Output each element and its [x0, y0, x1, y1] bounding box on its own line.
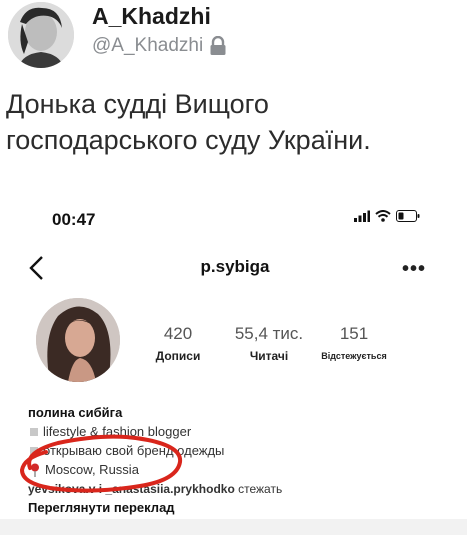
bio-line: открываю свой бренд одежды: [30, 443, 224, 458]
lock-icon: [209, 35, 227, 56]
bio-name: полина сибйга: [28, 405, 123, 420]
status-icons: [354, 210, 420, 222]
battery-icon: [396, 210, 420, 222]
author-avatar[interactable]: [8, 2, 74, 68]
author-handle-row: @A_Khadzhi: [92, 35, 227, 57]
signal-icon: [354, 210, 370, 222]
bio-location-text: Moscow, Russia: [45, 462, 139, 477]
bio-line: lifestyle & fashion blogger: [30, 424, 191, 439]
back-arrow-icon[interactable]: [28, 255, 46, 281]
bullet-square-icon: [30, 427, 38, 436]
stat-posts[interactable]: 420 Дописи: [146, 324, 210, 363]
author-handle[interactable]: @A_Khadzhi: [92, 35, 203, 57]
followed-by-users[interactable]: yevsikova.v i _anastasiia.prykhodko: [28, 482, 235, 496]
stat-followers[interactable]: 55,4 тис. Читачі: [222, 324, 316, 363]
stat-followers-label: Читачі: [249, 349, 289, 363]
stat-followers-value: 55,4 тис.: [234, 324, 304, 343]
stat-following-label: Відстежується: [321, 351, 387, 361]
stat-posts-label: Дописи: [155, 349, 201, 363]
tweet-text: Донька судді Вищого господарського суду …: [6, 89, 371, 155]
followed-by-suffix: стежать: [238, 482, 283, 496]
profile-avatar[interactable]: [36, 298, 120, 382]
status-time: 00:47: [52, 210, 96, 229]
see-translation-link[interactable]: Переглянути переклад: [28, 500, 175, 515]
bio-location: Moscow, Russia: [30, 462, 139, 477]
stat-posts-value: 420: [163, 324, 193, 343]
bio-line-text: открываю свой бренд одежды: [43, 443, 225, 458]
bullet-square-icon: [30, 446, 38, 455]
bottom-divider: [0, 519, 467, 535]
more-options-icon[interactable]: •••: [402, 258, 426, 281]
wifi-icon: [375, 210, 391, 222]
bio-line-text: lifestyle & fashion blogger: [43, 424, 192, 439]
location-pin-icon: [30, 463, 40, 477]
author-display-name[interactable]: A_Khadzhi: [92, 3, 211, 30]
stat-following-value: 151: [339, 324, 369, 343]
stat-following[interactable]: 151 Відстежується: [312, 324, 396, 361]
followed-by[interactable]: yevsikova.v i _anastasiia.prykhodko стеж…: [28, 482, 282, 496]
profile-username: p.sybiga: [200, 257, 270, 276]
